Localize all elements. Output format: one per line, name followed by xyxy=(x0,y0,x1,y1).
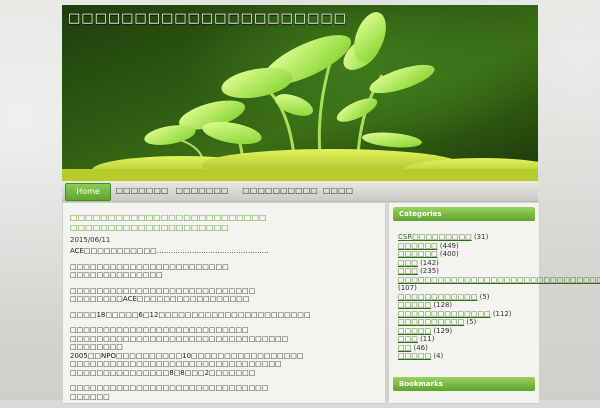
category-item: □□□□□ (4) xyxy=(398,352,536,361)
category-item: □□□□□□□□□□□□ (5) xyxy=(398,293,536,302)
category-link[interactable]: □□□□□□□□□□□□□□ xyxy=(398,310,491,318)
post-paragraph: □□□□□□□□□□□□□□□□□□□□□□□□□□□□ □□□□□□□□ACE… xyxy=(70,286,256,304)
category-item: □□□ (142) xyxy=(398,259,536,268)
category-link[interactable]: □□□□□ xyxy=(398,327,431,335)
category-count: (129) xyxy=(433,326,453,335)
category-link[interactable]: □□□ xyxy=(398,267,418,275)
category-count: (235) xyxy=(420,267,439,275)
category-link[interactable]: □□□□□□ xyxy=(398,242,438,250)
nav-item-3[interactable]: □□□□□□□ xyxy=(174,183,230,199)
category-count: (128) xyxy=(433,301,453,309)
post-title-link[interactable]: □□□□□□□□□□□□□□□□□□□□□□□□□□ □□□□□□□□□□□□□… xyxy=(70,213,370,233)
category-link[interactable]: □□□□□□□□□□□□ xyxy=(398,293,477,301)
category-list: CSR□□□□□□□□□ (31) □□□□□□ (449) □□□□□□ (400… xyxy=(398,233,600,361)
category-count: (142) xyxy=(420,258,439,267)
category-count: (4) xyxy=(433,352,444,360)
post-paragraph: □□□□18□□□□□6□12□□□□□□□□□□□□□□□□□□□□□□□ xyxy=(70,310,311,319)
category-count: (11) xyxy=(420,335,435,343)
category-item: CSR□□□□□□□□□ (31) xyxy=(398,233,536,242)
category-link[interactable]: □□□□□ xyxy=(398,301,431,309)
category-item: □□□□□□ (400) xyxy=(398,250,536,259)
post-paragraph: □□□□□□□□□□□□□□□□□□□□□□□□□□□ □□□□□□□□□□□□… xyxy=(70,326,304,377)
nav-item-4[interactable]: □□□□□□□□□□ xyxy=(238,183,322,199)
category-link[interactable]: □□□□□□ xyxy=(398,250,438,258)
site-title[interactable]: □□□□□□□□□□□□□□□□□□□□□ xyxy=(68,11,347,26)
category-link[interactable]: CSR□□□□□□□□□ xyxy=(398,233,472,241)
category-item: □□□□□□□□□□ (5) xyxy=(398,318,536,327)
category-item: □□□ (11) xyxy=(398,335,536,344)
category-count: (5) xyxy=(466,318,477,326)
category-link[interactable]: □□□□□□□□□□ xyxy=(398,318,464,326)
category-item: □□□□□ (129) xyxy=(398,327,536,336)
category-link[interactable]: □□□ xyxy=(398,335,418,343)
category-count: (112) xyxy=(492,309,512,318)
sidebar: Categories CSR□□□□□□□□□ (31) □□□□□□ (449)… xyxy=(388,202,600,404)
category-link[interactable]: □□□□□ xyxy=(398,352,431,360)
category-item: □□□□□ (128) xyxy=(398,301,536,310)
category-item: □□□□□□□□□□□□□□ (112) xyxy=(398,310,536,319)
page-wrapper: □□□□□□□□□□□□□□□□□□□□□ Home □□□□□□□ □□□□□… xyxy=(62,5,600,404)
post-body: ACE□□□□□□□□□□□………………………………………… □□□□□□□□□… xyxy=(70,247,376,408)
category-count: (449) xyxy=(439,241,459,250)
category-count: (5) xyxy=(479,292,490,301)
main-content: □□□□□□□□□□□□□□□□□□□□□□□□□□ □□□□□□□□□□□□□… xyxy=(62,202,386,404)
categories-widget-title: Categories xyxy=(393,207,535,221)
category-item: □□ (46) xyxy=(398,344,536,353)
bookmarks-widget-title: Bookmarks xyxy=(393,377,535,391)
nav-item-5[interactable]: □□□□ xyxy=(318,183,358,199)
category-count: (31) xyxy=(473,233,489,241)
category-link[interactable]: □□ xyxy=(398,344,411,352)
post-paragraph: □□□□□□□□□□□□□□□□□□□□□□□□ □□□□□□□□□□□□□□ xyxy=(70,262,229,280)
category-item: □□□□□□ (449) xyxy=(398,242,536,251)
post-paragraph: ACE□□□□□□□□□□□………………………………………… xyxy=(70,247,269,255)
post-paragraph: □□□□□□□□□□□□□□□□□□□□□□□□□□□□□□ □□□□□□ xyxy=(70,384,269,401)
category-count: (107) xyxy=(398,284,417,292)
category-count: (400) xyxy=(439,250,459,258)
header-banner: □□□□□□□□□□□□□□□□□□□□□ xyxy=(62,5,538,181)
seedling-plant-illustration xyxy=(62,12,538,181)
main-navigation: Home □□□□□□□ □□□□□□□ □□□□□□□□□□ □□□□ xyxy=(62,181,538,202)
category-item: □□□□□□□□□□□□□□□□□□□□□□□□□□□□□□□ (107) xyxy=(398,276,600,293)
category-count: (46) xyxy=(413,343,428,352)
post-date: 2015/06/11 xyxy=(70,236,111,244)
category-link[interactable]: □□□ xyxy=(398,259,418,267)
category-link[interactable]: □□□□□□□□□□□□□□□□□□□□□□□□□□□□□□□ xyxy=(398,276,600,284)
category-item: □□□ (235) xyxy=(398,267,536,276)
nav-item-home[interactable]: Home xyxy=(65,183,111,201)
nav-item-2[interactable]: □□□□□□□ xyxy=(114,183,170,199)
